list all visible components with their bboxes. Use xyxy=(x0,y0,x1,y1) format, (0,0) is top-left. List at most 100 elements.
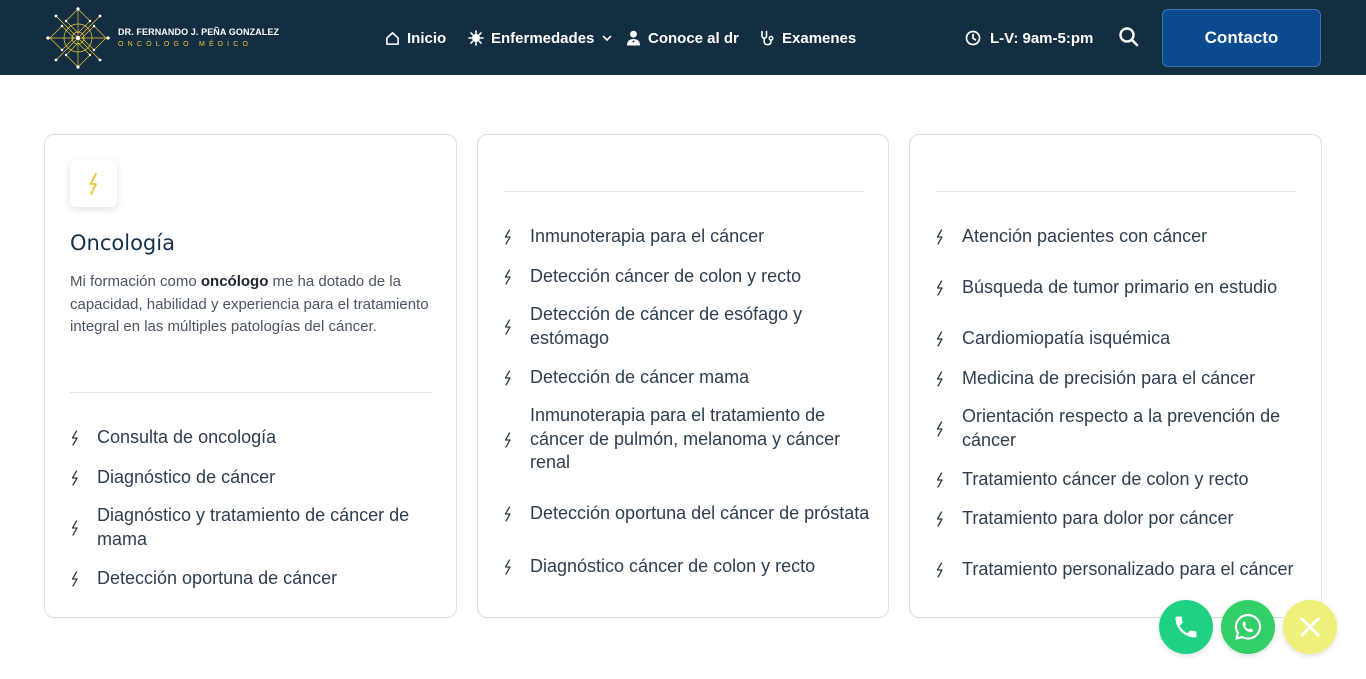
doctor-icon xyxy=(627,30,640,46)
hours-text: L-V: 9am-5:pm xyxy=(990,29,1094,47)
clock-icon xyxy=(965,30,981,46)
card-divider xyxy=(503,191,864,192)
logo-icon xyxy=(46,7,110,69)
nav-label: Conoce al dr xyxy=(648,29,739,47)
list-item-label: Medicina de precisión para el cáncer xyxy=(962,368,1256,389)
contact-button[interactable]: Contacto xyxy=(1162,9,1321,67)
nav-label: Enfermedades xyxy=(491,29,595,47)
service-card-3: Atención pacientes con cáncer Búsqueda d… xyxy=(909,134,1322,618)
list-item-label: Detección oportuna del cáncer de próstat… xyxy=(530,502,870,523)
list-item-label: Tratamiento personalizado para el cáncer xyxy=(962,558,1294,579)
search-icon xyxy=(1119,27,1139,47)
list-item[interactable]: Diagnóstico de cáncer xyxy=(70,465,438,491)
nav-label: Inicio xyxy=(407,29,447,47)
list-item-label: Búsqueda de tumor primario en estudio xyxy=(962,276,1278,297)
card-divider xyxy=(70,392,432,393)
service-card-oncologia: Oncología Mi formación como oncólogo me … xyxy=(44,134,457,618)
card-icon-box xyxy=(70,160,117,207)
service-card-2: Inmunoterapia para el cáncer Detección c… xyxy=(477,134,889,618)
list-item-label: Diagnóstico de cáncer xyxy=(97,467,276,488)
card-title: Oncología xyxy=(70,231,175,255)
list-item-label: Cardiomiopatía isquémica xyxy=(962,328,1171,349)
nav-conoce[interactable]: Conoce al dr xyxy=(626,26,739,50)
bolt-icon xyxy=(70,430,97,446)
list-item[interactable]: Búsqueda de tumor primario en estudio xyxy=(935,264,1303,311)
phone-icon xyxy=(1175,616,1197,638)
virus-icon xyxy=(468,30,484,46)
list-item-label: Detección oportuna de cáncer xyxy=(97,568,338,589)
bolt-icon xyxy=(935,511,962,527)
bolt-icon xyxy=(935,229,962,245)
card-divider xyxy=(935,191,1297,192)
list-item[interactable]: Atención pacientes con cáncer xyxy=(935,224,1303,250)
bolt-icon xyxy=(503,229,530,245)
list-item-label: Consulta de oncología xyxy=(97,427,277,448)
list-item[interactable]: Tratamiento personalizado para el cáncer xyxy=(935,546,1303,593)
list-item[interactable]: Detección oportuna del cáncer de próstat… xyxy=(503,490,870,537)
home-icon xyxy=(386,31,399,45)
list-item-label: Tratamiento cáncer de colon y recto xyxy=(962,469,1249,490)
list-item-label: Detección de cáncer de esófago y estómag… xyxy=(530,304,803,348)
list-item[interactable]: Cardiomiopatía isquémica xyxy=(935,326,1303,352)
logo-text: DR. FERNANDO J. PEÑA GONZALEZ ONCÓLOGO M… xyxy=(118,27,280,49)
bolt-icon xyxy=(935,472,962,488)
bolt-icon xyxy=(503,269,530,285)
close-button[interactable] xyxy=(1283,600,1337,654)
nav-examenes[interactable]: Examenes xyxy=(760,26,856,50)
bolt-icon xyxy=(503,370,530,386)
list-item[interactable]: Diagnóstico cáncer de colon y recto xyxy=(503,554,870,580)
bolt-icon xyxy=(935,331,962,347)
card-description: Mi formación como oncólogo me ha dotado … xyxy=(70,271,435,339)
bolt-icon xyxy=(70,519,97,536)
nav-label: Examenes xyxy=(782,29,857,47)
list-item-label: Orientación respecto a la prevención de … xyxy=(962,406,1281,450)
list-item[interactable]: Tratamiento cáncer de colon y recto xyxy=(935,467,1303,493)
desc-bold-text: oncólogo xyxy=(200,273,269,290)
list-item-label: Inmunoterapia para el tratamiento de cán… xyxy=(530,405,841,473)
bolt-icon xyxy=(503,559,530,575)
list-item-label: Diagnóstico y tratamiento de cáncer de m… xyxy=(97,505,410,549)
bolt-icon xyxy=(935,420,962,437)
bolt-icon xyxy=(70,470,97,486)
bolt-icon xyxy=(503,505,530,522)
nav-inicio[interactable]: Inicio xyxy=(385,26,446,50)
bolt-icon xyxy=(503,431,530,448)
list-item[interactable]: Diagnóstico y tratamiento de cáncer de m… xyxy=(70,504,438,551)
list-item[interactable]: Medicina de precisión para el cáncer xyxy=(935,366,1303,392)
list-item[interactable]: Detección de cáncer de esófago y estómag… xyxy=(503,303,870,350)
bolt-icon xyxy=(935,371,962,387)
logo-subtitle: ONCÓLOGO MÉDICO xyxy=(118,41,253,48)
list-item-label: Atención pacientes con cáncer xyxy=(962,226,1208,247)
list-item[interactable]: Inmunoterapia para el cáncer xyxy=(503,224,870,250)
list-item[interactable]: Detección oportuna de cáncer xyxy=(70,566,438,592)
list-item[interactable]: Orientación respecto a la prevención de … xyxy=(935,405,1303,452)
list-item-label: Diagnóstico cáncer de colon y recto xyxy=(530,556,816,577)
bolt-icon xyxy=(935,561,962,578)
list-item[interactable]: Tratamiento para dolor por cáncer xyxy=(935,506,1303,532)
whatsapp-icon xyxy=(1234,613,1262,640)
list-item[interactable]: Consulta de oncología xyxy=(70,425,438,451)
office-hours: L-V: 9am-5:pm xyxy=(965,26,1093,50)
search-button[interactable] xyxy=(1118,26,1140,48)
chevron-down-icon xyxy=(603,35,612,42)
lightning-icon xyxy=(89,172,97,195)
phone-button[interactable] xyxy=(1159,600,1213,654)
list-item-label: Inmunoterapia para el cáncer xyxy=(530,226,765,247)
logo-name: DR. FERNANDO J. PEÑA GONZALEZ xyxy=(118,27,280,37)
list-item[interactable]: Detección de cáncer mama xyxy=(503,365,870,391)
list-item-label: Detección de cáncer mama xyxy=(530,367,750,388)
whatsapp-button[interactable] xyxy=(1221,600,1275,654)
close-icon xyxy=(1300,617,1320,637)
bolt-icon xyxy=(935,279,962,296)
list-item[interactable]: Inmunoterapia para el tratamiento de cán… xyxy=(503,404,870,475)
nav-enfermedades[interactable]: Enfermedades xyxy=(468,26,612,50)
bolt-icon xyxy=(503,318,530,335)
site-header: DR. FERNANDO J. PEÑA GONZALEZ ONCÓLOGO M… xyxy=(0,0,1366,75)
bolt-icon xyxy=(70,571,97,587)
list-item[interactable]: Detección cáncer de colon y recto xyxy=(503,264,870,290)
desc-text: Mi formación como xyxy=(70,273,201,290)
stethoscope-icon xyxy=(761,30,774,45)
logo[interactable]: DR. FERNANDO J. PEÑA GONZALEZ ONCÓLOGO M… xyxy=(44,5,284,71)
list-item-label: Detección cáncer de colon y recto xyxy=(530,266,802,287)
list-item-label: Tratamiento para dolor por cáncer xyxy=(962,508,1234,529)
